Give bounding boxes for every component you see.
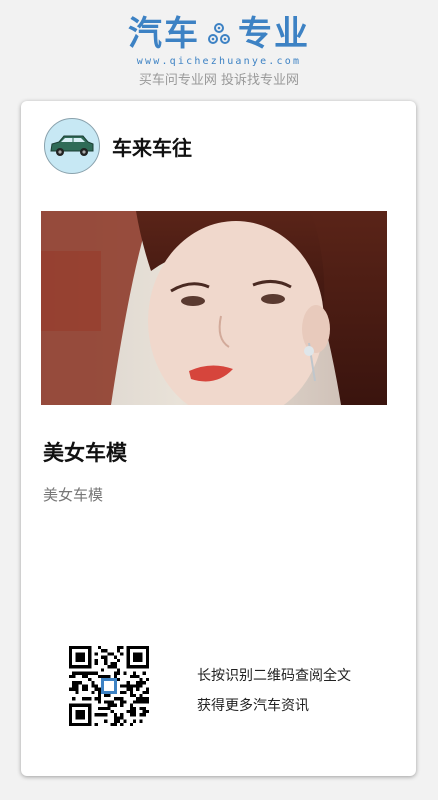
article-title[interactable]: 美女车模 bbox=[43, 437, 127, 467]
article-description: 美女车模 bbox=[43, 486, 104, 504]
logo-text-left: 汽车 bbox=[128, 14, 200, 54]
car-model-photo bbox=[41, 211, 387, 405]
logo-text-right: 专业 bbox=[238, 14, 310, 54]
brand-logo[interactable]: 汽车 专业 bbox=[0, 14, 438, 54]
brand-header: 汽车 专业 www.qichezhuanye.com 买车问专业网 投诉找专业网 bbox=[0, 14, 438, 88]
green-car-icon bbox=[50, 135, 94, 156]
gear-icon bbox=[206, 21, 232, 47]
qr-caption: 长按识别二维码查阅全文 获得更多汽车资讯 bbox=[197, 661, 351, 721]
article-card: 车来车往 美女车模 美女车模 长按识别二维码查阅全文 获得更多汽车资讯 bbox=[21, 101, 416, 776]
avatar[interactable] bbox=[44, 118, 100, 174]
brand-domain: www.qichezhuanye.com bbox=[136, 56, 302, 67]
author-name[interactable]: 车来车往 bbox=[112, 132, 192, 161]
author-row[interactable]: 车来车往 bbox=[44, 118, 192, 174]
qr-code-icon[interactable] bbox=[69, 646, 149, 726]
brand-slogan: 买车问专业网 投诉找专业网 bbox=[138, 73, 300, 88]
qr-caption-line2: 获得更多汽车资讯 bbox=[197, 698, 309, 714]
article-image[interactable] bbox=[41, 211, 387, 405]
qr-caption-line1: 长按识别二维码查阅全文 bbox=[197, 668, 351, 684]
